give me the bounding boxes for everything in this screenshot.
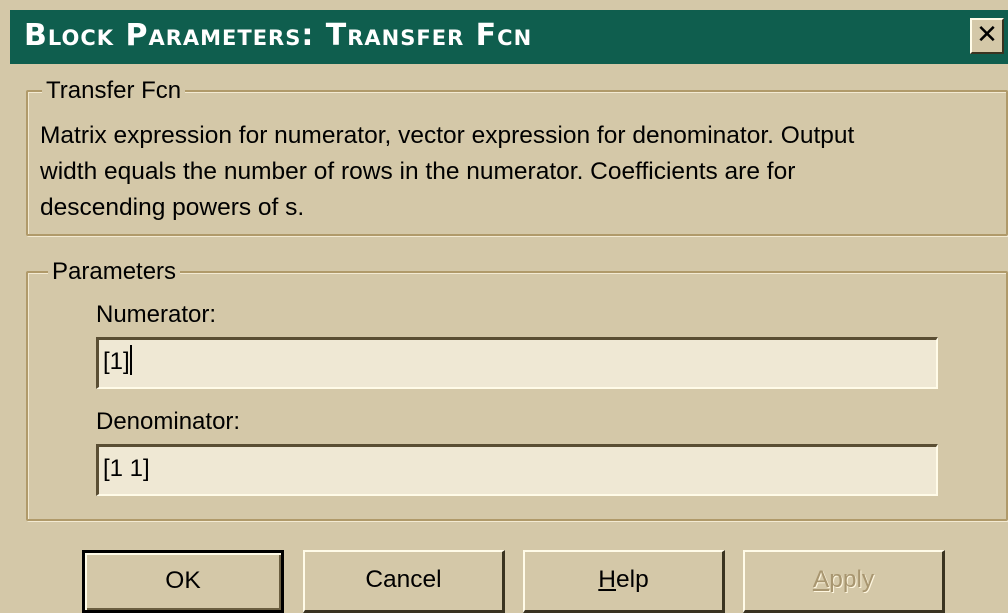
help-button-label: elp	[616, 566, 649, 593]
cancel-button-label: Cancel	[365, 566, 442, 593]
description-group-legend: Transfer Fcn	[42, 77, 186, 105]
apply-button[interactable]: Apply	[743, 550, 945, 613]
description-group: Transfer Fcn Matrix expression for numer…	[26, 77, 1008, 236]
text-caret	[129, 345, 132, 375]
parameters-group-legend: Parameters	[48, 258, 181, 286]
apply-button-label: pply	[829, 566, 875, 593]
cancel-button[interactable]: Cancel	[303, 550, 505, 613]
window-title: Block Parameters: Transfer Fcn	[24, 18, 533, 53]
close-icon: ✕	[976, 20, 998, 50]
description-text: Matrix expression for numerator, vector …	[40, 118, 1000, 226]
denominator-label: Denominator:	[96, 408, 241, 435]
denominator-value: [1 1]	[103, 455, 150, 482]
apply-mnemonic: A	[812, 566, 830, 593]
help-mnemonic: H	[598, 566, 616, 593]
numerator-label: Numerator:	[96, 301, 217, 328]
ok-button-label: OK	[165, 567, 201, 594]
description-line-2: width equals the number of rows in the n…	[40, 158, 796, 185]
parameters-group: Parameters Numerator: [1] Denominator: […	[26, 258, 1008, 521]
help-button[interactable]: Help	[523, 550, 725, 613]
block-parameters-dialog: Block Parameters: Transfer Fcn ✕ Transfe…	[0, 0, 1008, 613]
denominator-input[interactable]: [1 1]	[96, 444, 938, 496]
numerator-input[interactable]: [1]	[96, 337, 938, 389]
close-button[interactable]: ✕	[970, 18, 1004, 54]
description-line-3: descending powers of s.	[40, 194, 305, 221]
description-line-1: Matrix expression for numerator, vector …	[40, 122, 855, 149]
numerator-value: [1]	[103, 348, 130, 375]
ok-button[interactable]: OK	[82, 550, 284, 613]
title-bar[interactable]: Block Parameters: Transfer Fcn ✕	[10, 10, 1008, 64]
